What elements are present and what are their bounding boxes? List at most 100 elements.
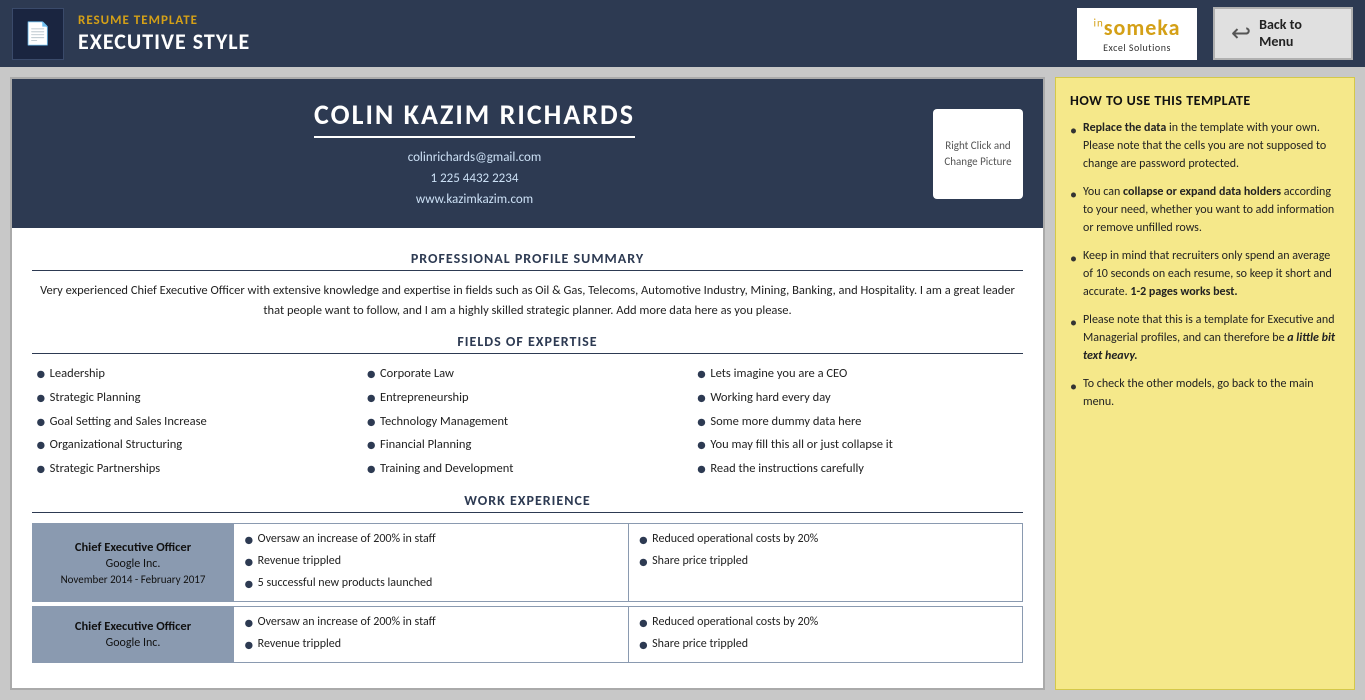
list-item: ●Working hard every day xyxy=(693,388,1023,410)
how-to-item: • Replace the data in the template with … xyxy=(1070,119,1340,173)
bullet-icon: ● xyxy=(639,532,649,550)
how-to-item: • To check the other models, go back to … xyxy=(1070,375,1340,411)
how-to-text: To check the other models, go back to th… xyxy=(1083,375,1340,411)
list-item: ●Lets imagine you are a CEO xyxy=(693,364,1023,386)
expertise-label: Technology Management xyxy=(380,414,508,429)
bullet-icon: • xyxy=(1070,184,1077,205)
bullet-icon: • xyxy=(1070,376,1077,397)
bullet-icon: ● xyxy=(697,437,707,455)
list-item: ● Entrepreneurship xyxy=(362,388,692,410)
list-item: ● Corporate Law xyxy=(362,364,692,386)
photo-placeholder[interactable]: Right Click andChange Picture xyxy=(933,109,1023,199)
resume-template-label: RESUME TEMPLATE xyxy=(78,13,250,28)
candidate-phone: 1 225 4432 2234 xyxy=(32,169,917,190)
back-button-text: Back toMenu xyxy=(1259,17,1302,51)
how-to-item: • Please note that this is a template fo… xyxy=(1070,311,1340,365)
candidate-email: colinrichards@gmail.com xyxy=(32,148,917,169)
how-to-item: • Keep in mind that recruiters only spen… xyxy=(1070,247,1340,301)
title-block: RESUME TEMPLATE EXECUTIVE STYLE xyxy=(78,13,250,55)
how-to-text: Replace the data in the template with yo… xyxy=(1083,119,1340,173)
list-item: ●You may fill this all or just collapse … xyxy=(693,435,1023,457)
how-to-text: You can collapse or expand data holders … xyxy=(1083,183,1340,237)
list-item: ●Read the instructions carefully xyxy=(693,459,1023,481)
bullet-icon: ● xyxy=(244,615,254,633)
work-experience-title: WORK EXPERIENCE xyxy=(32,492,1023,513)
resume-header-content: COLIN KAZIM RICHARDS colinrichards@gmail… xyxy=(32,97,917,210)
bullet-icon: • xyxy=(1070,248,1077,269)
candidate-website: www.kazimkazim.com xyxy=(32,190,917,211)
work-details-left: ●Oversaw an increase of 200% in staff ●R… xyxy=(233,607,628,662)
table-row: Chief Executive Officer Google Inc. ●Ove… xyxy=(32,606,1023,663)
expertise-label: Read the instructions carefully xyxy=(710,461,864,476)
back-arrow-icon: ↩ xyxy=(1231,22,1251,46)
bullet-icon: • xyxy=(1070,312,1077,333)
expertise-label: Strategic Planning xyxy=(50,390,141,405)
job-dates: November 2014 - February 2017 xyxy=(61,573,206,586)
bullet-icon: ● xyxy=(366,390,376,408)
bullet-icon: ● xyxy=(36,437,46,455)
list-item: ● Training and Development xyxy=(362,459,692,481)
list-item: ● Strategic Partnerships xyxy=(32,459,362,481)
expertise-label: You may fill this all or just collapse i… xyxy=(710,437,893,452)
bullet-icon: ● xyxy=(697,414,707,432)
list-item: ●Some more dummy data here xyxy=(693,412,1023,434)
expertise-label: Some more dummy data here xyxy=(710,414,861,429)
expertise-label: Strategic Partnerships xyxy=(50,461,160,476)
list-item: ●Oversaw an increase of 200% in staff xyxy=(244,613,618,635)
bullet-icon: ● xyxy=(697,366,707,384)
bullet-icon: • xyxy=(1070,120,1077,141)
back-button[interactable]: ↩ Back toMenu xyxy=(1213,7,1353,61)
expertise-title: FIELDS OF EXPERTISE xyxy=(32,333,1023,354)
how-to-item: • You can collapse or expand data holder… xyxy=(1070,183,1340,237)
logo-icon: 📄 xyxy=(12,8,64,60)
company-name: Google Inc. xyxy=(106,636,161,650)
work-job-cell: Chief Executive Officer Google Inc. xyxy=(33,607,233,662)
list-item: ● Leadership xyxy=(32,364,362,386)
how-to-title: HOW TO USE THIS TEMPLATE xyxy=(1070,92,1340,109)
expertise-label: Working hard every day xyxy=(710,390,830,405)
expertise-label: Goal Setting and Sales Increase xyxy=(50,414,207,429)
expertise-label: Corporate Law xyxy=(380,366,454,381)
bullet-icon: ● xyxy=(36,366,46,384)
bullet-icon: ● xyxy=(639,615,649,633)
expertise-label: Organizational Structuring xyxy=(50,437,183,452)
work-details-right: ●Reduced operational costs by 20% ●Share… xyxy=(628,607,1023,662)
someka-tagline: Excel Solutions xyxy=(1103,41,1171,54)
expertise-label: Leadership xyxy=(50,366,105,381)
bullet-icon: ● xyxy=(366,414,376,432)
bullet-icon: ● xyxy=(36,461,46,479)
bullet-icon: ● xyxy=(366,461,376,479)
expertise-label: Training and Development xyxy=(380,461,513,476)
candidate-name: COLIN KAZIM RICHARDS xyxy=(314,97,635,138)
list-item: ●Share price trippled xyxy=(639,552,1013,574)
work-job-cell: Chief Executive Officer Google Inc. Nove… xyxy=(33,524,233,601)
bullet-icon: ● xyxy=(366,366,376,384)
list-item: ●Reduced operational costs by 20% xyxy=(639,530,1013,552)
expertise-label: Lets imagine you are a CEO xyxy=(710,366,847,381)
sidebar-panel: HOW TO USE THIS TEMPLATE • Replace the d… xyxy=(1055,77,1355,690)
top-bar: 📄 RESUME TEMPLATE EXECUTIVE STYLE insome… xyxy=(0,0,1365,67)
list-item: ●Reduced operational costs by 20% xyxy=(639,613,1013,635)
list-item: ●5 successful new products launched xyxy=(244,574,618,596)
how-to-text: Keep in mind that recruiters only spend … xyxy=(1083,247,1340,301)
job-title: Chief Executive Officer xyxy=(75,540,191,555)
expertise-label: Financial Planning xyxy=(380,437,471,452)
list-item: ●Share price trippled xyxy=(639,635,1013,657)
bullet-icon: ● xyxy=(244,637,254,655)
bullet-icon: ● xyxy=(244,532,254,550)
list-item: ●Revenue trippled xyxy=(244,552,618,574)
main-area: COLIN KAZIM RICHARDS colinrichards@gmail… xyxy=(0,67,1365,700)
list-item: ●Revenue trippled xyxy=(244,635,618,657)
bullet-icon: ● xyxy=(697,461,707,479)
list-item: ●Strategic Planning xyxy=(32,388,362,410)
bullet-icon: ● xyxy=(366,437,376,455)
work-details-right: ●Reduced operational costs by 20% ●Share… xyxy=(628,524,1023,601)
executive-style-label: EXECUTIVE STYLE xyxy=(78,28,250,55)
expertise-grid: ●Leadership●Corporate Law●Lets imagine y… xyxy=(32,364,1023,480)
expertise-label: Entrepreneurship xyxy=(380,390,469,405)
someka-logo: insomeka Excel Solutions xyxy=(1077,8,1197,60)
table-row: Chief Executive Officer Google Inc. Nove… xyxy=(32,523,1023,602)
bullet-icon: ● xyxy=(36,414,46,432)
bullet-icon: ● xyxy=(244,554,254,572)
list-item: ● Goal Setting and Sales Increase xyxy=(32,412,362,434)
